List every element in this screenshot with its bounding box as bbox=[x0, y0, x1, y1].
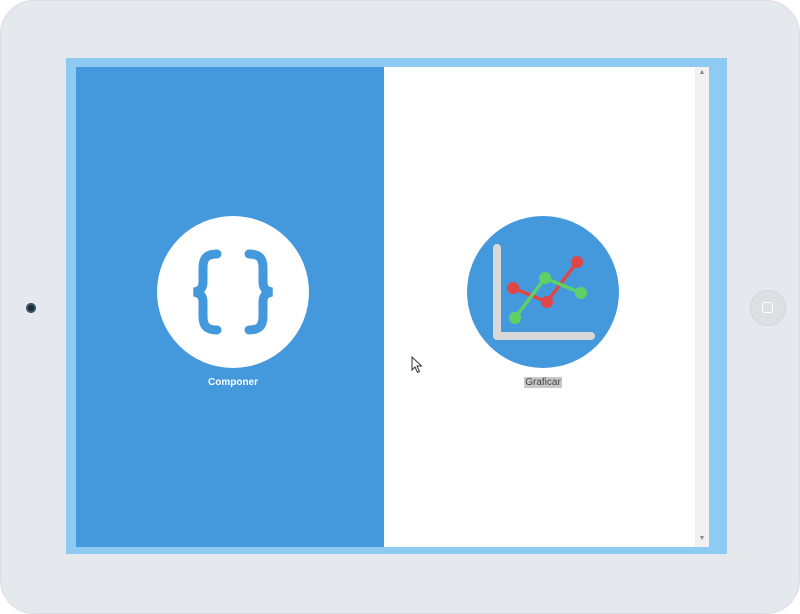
graficar-app-tile[interactable]: Graficar bbox=[463, 216, 623, 396]
componer-label: Componer bbox=[208, 377, 258, 388]
mouse-pointer-icon bbox=[411, 356, 423, 374]
vertical-scrollbar[interactable]: ▲ ▼ bbox=[695, 67, 709, 547]
code-braces-icon bbox=[193, 249, 273, 335]
componer-icon-circle[interactable] bbox=[157, 216, 309, 368]
home-button[interactable] bbox=[750, 290, 786, 326]
home-square-icon bbox=[762, 302, 773, 313]
scroll-down-arrow-icon[interactable]: ▼ bbox=[695, 533, 709, 545]
componer-app-tile[interactable]: Componer bbox=[153, 216, 313, 396]
graficar-icon-circle[interactable] bbox=[467, 216, 619, 368]
line-chart-icon bbox=[493, 244, 595, 340]
graficar-label: Graficar bbox=[524, 377, 562, 388]
camera-icon bbox=[26, 303, 36, 313]
scroll-up-arrow-icon[interactable]: ▲ bbox=[695, 67, 709, 79]
